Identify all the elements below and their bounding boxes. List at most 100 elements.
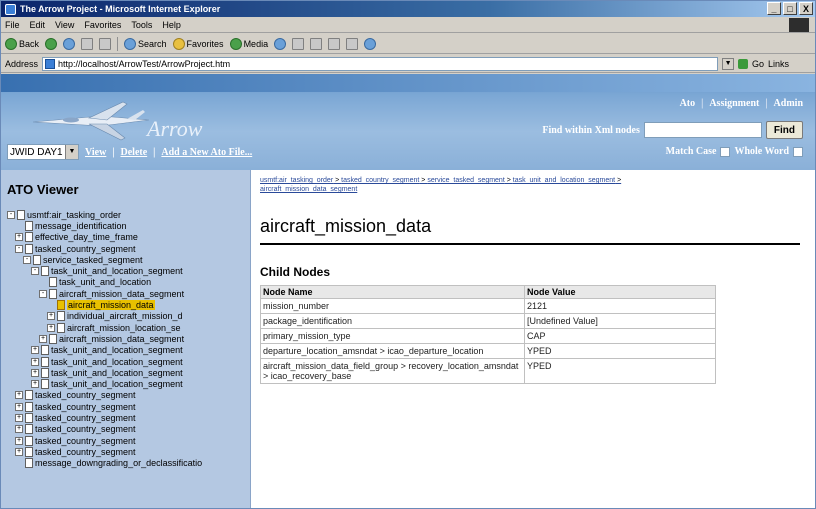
expand-icon[interactable]: + xyxy=(31,380,39,389)
menu-edit[interactable]: Edit xyxy=(30,20,46,30)
tree-node[interactable]: - service_tasked_segment xyxy=(7,254,244,265)
view-link[interactable]: View xyxy=(85,147,106,158)
tree-node[interactable]: aircraft_mission_data xyxy=(7,299,244,311)
go-button[interactable]: Go xyxy=(752,59,764,69)
media-label: Media xyxy=(243,38,269,49)
collapse-icon[interactable]: - xyxy=(39,289,47,298)
menu-help[interactable]: Help xyxy=(162,20,181,30)
link-separator: | xyxy=(153,146,156,158)
links-button[interactable]: Links xyxy=(768,59,789,69)
breadcrumb-link[interactable]: task_unit_and_location_segment xyxy=(513,177,615,184)
expand-icon[interactable]: + xyxy=(15,413,23,422)
tree-node[interactable]: - usmtf:air_tasking_order xyxy=(7,209,244,220)
tree-node[interactable]: + tasked_country_segment xyxy=(7,401,244,412)
breadcrumb-link[interactable]: aircraft_mission_data_segment xyxy=(260,186,357,193)
expand-icon[interactable]: + xyxy=(47,312,55,321)
minimize-button[interactable]: _ xyxy=(767,2,781,15)
document-icon xyxy=(25,401,33,412)
favorites-button[interactable]: Favorites xyxy=(172,37,224,50)
tree-node[interactable]: task_unit_and_location xyxy=(7,277,244,288)
home-icon[interactable] xyxy=(99,37,112,50)
search-button[interactable]: Search xyxy=(124,37,167,50)
menu-favorites[interactable]: Favorites xyxy=(84,20,121,30)
document-icon xyxy=(41,345,49,356)
expand-icon[interactable]: + xyxy=(15,425,23,434)
whole-word-checkbox[interactable] xyxy=(793,146,803,157)
breadcrumb-link[interactable]: tasked_country_segment xyxy=(341,177,419,184)
add-ato-file-link[interactable]: Add a New Ato File... xyxy=(161,147,252,158)
delete-link[interactable]: Delete xyxy=(121,147,148,158)
expand-icon[interactable]: + xyxy=(15,447,23,456)
tree-node[interactable]: + task_unit_and_location_segment xyxy=(7,367,244,378)
expand-icon[interactable]: + xyxy=(31,357,39,366)
tree-node[interactable]: + task_unit_and_location_segment xyxy=(7,345,244,356)
tree-node[interactable]: + individual_aircraft_mission_d xyxy=(7,311,244,322)
tree-node[interactable]: + task_unit_and_location_segment xyxy=(7,356,244,367)
expand-icon[interactable]: + xyxy=(15,402,23,411)
nav-admin-link[interactable]: Admin xyxy=(774,98,803,109)
node-name-cell: mission_number xyxy=(260,298,525,314)
tree-node[interactable]: + aircraft_mission_location_se xyxy=(7,322,244,333)
address-input[interactable]: http://localhost/ArrowTest/ArrowProject.… xyxy=(42,56,719,71)
tree-node-label: task_unit_and_location_segment xyxy=(51,266,183,277)
menu-file[interactable]: File xyxy=(5,20,20,30)
stop-icon[interactable] xyxy=(63,37,76,50)
find-input[interactable] xyxy=(643,122,762,138)
nav-ato-link[interactable]: Ato xyxy=(680,98,696,109)
menu-tools[interactable]: Tools xyxy=(131,20,152,30)
tree-node[interactable]: + tasked_country_segment xyxy=(7,446,244,457)
address-dropdown-button[interactable]: ▼ xyxy=(722,57,735,70)
go-arrow-icon[interactable] xyxy=(738,58,749,69)
collapse-icon[interactable]: - xyxy=(23,255,31,264)
collapse-icon[interactable]: - xyxy=(15,244,23,253)
nav-assignment-link[interactable]: Assignment xyxy=(709,98,759,109)
media-button[interactable]: Media xyxy=(229,37,269,50)
expand-icon[interactable]: + xyxy=(31,346,39,355)
tree-node[interactable]: + tasked_country_segment xyxy=(7,424,244,435)
menu-view[interactable]: View xyxy=(55,20,74,30)
expand-icon[interactable]: + xyxy=(15,391,23,400)
collapse-icon[interactable]: - xyxy=(31,267,39,276)
expand-icon[interactable]: + xyxy=(15,436,23,445)
close-button[interactable]: X xyxy=(799,2,813,15)
tree-node[interactable]: + task_unit_and_location_segment xyxy=(7,378,244,390)
expand-icon[interactable]: + xyxy=(31,368,39,377)
tree-node[interactable]: message_identification xyxy=(7,220,244,231)
find-button[interactable]: Find xyxy=(765,121,803,139)
mail-icon[interactable] xyxy=(292,37,305,50)
search-icon xyxy=(124,37,137,50)
ato-select-value: JWID DAY1 xyxy=(10,146,63,158)
expand-icon[interactable]: + xyxy=(15,233,23,242)
match-case-checkbox[interactable] xyxy=(720,146,731,157)
tree-node[interactable]: + tasked_country_segment xyxy=(7,435,244,446)
tree-node[interactable]: + aircraft_mission_data_segment xyxy=(7,333,244,344)
tree-node[interactable]: message_downgrading_or_declassificatio xyxy=(7,458,244,469)
discuss-icon[interactable] xyxy=(346,37,359,50)
messenger-icon[interactable] xyxy=(364,37,377,50)
history-icon[interactable] xyxy=(274,37,287,50)
tree-node[interactable]: + effective_day_time_frame xyxy=(7,232,244,243)
print-icon[interactable] xyxy=(310,37,323,50)
breadcrumb-separator: > xyxy=(504,177,513,184)
tree-node[interactable]: + tasked_country_segment xyxy=(7,390,244,401)
expand-icon[interactable]: + xyxy=(47,323,55,332)
breadcrumb-link[interactable]: usmtf:air_tasking_order xyxy=(260,177,333,184)
tree-node-label: task_unit_and_location_segment xyxy=(51,367,183,378)
maximize-button[interactable]: □ xyxy=(783,2,797,15)
tree-node[interactable]: - tasked_country_segment xyxy=(7,243,244,254)
ato-select[interactable]: JWID DAY1 ▼ xyxy=(7,144,79,160)
edit-icon[interactable] xyxy=(328,37,341,50)
forward-arrow-icon[interactable] xyxy=(45,37,58,50)
document-icon xyxy=(49,288,57,299)
tree-node[interactable]: + tasked_country_segment xyxy=(7,412,244,423)
back-button[interactable]: Back xyxy=(5,37,39,50)
node-name-cell: package_identification xyxy=(260,313,525,329)
collapse-icon[interactable]: - xyxy=(7,210,15,219)
nav-separator: | xyxy=(701,98,704,109)
tree-node[interactable]: - task_unit_and_location_segment xyxy=(7,265,244,277)
tree-node[interactable]: - aircraft_mission_data_segment xyxy=(7,288,244,299)
expand-icon[interactable]: + xyxy=(39,334,47,343)
refresh-icon[interactable] xyxy=(81,37,94,50)
breadcrumb-link[interactable]: service_tasked_segment xyxy=(427,177,504,184)
